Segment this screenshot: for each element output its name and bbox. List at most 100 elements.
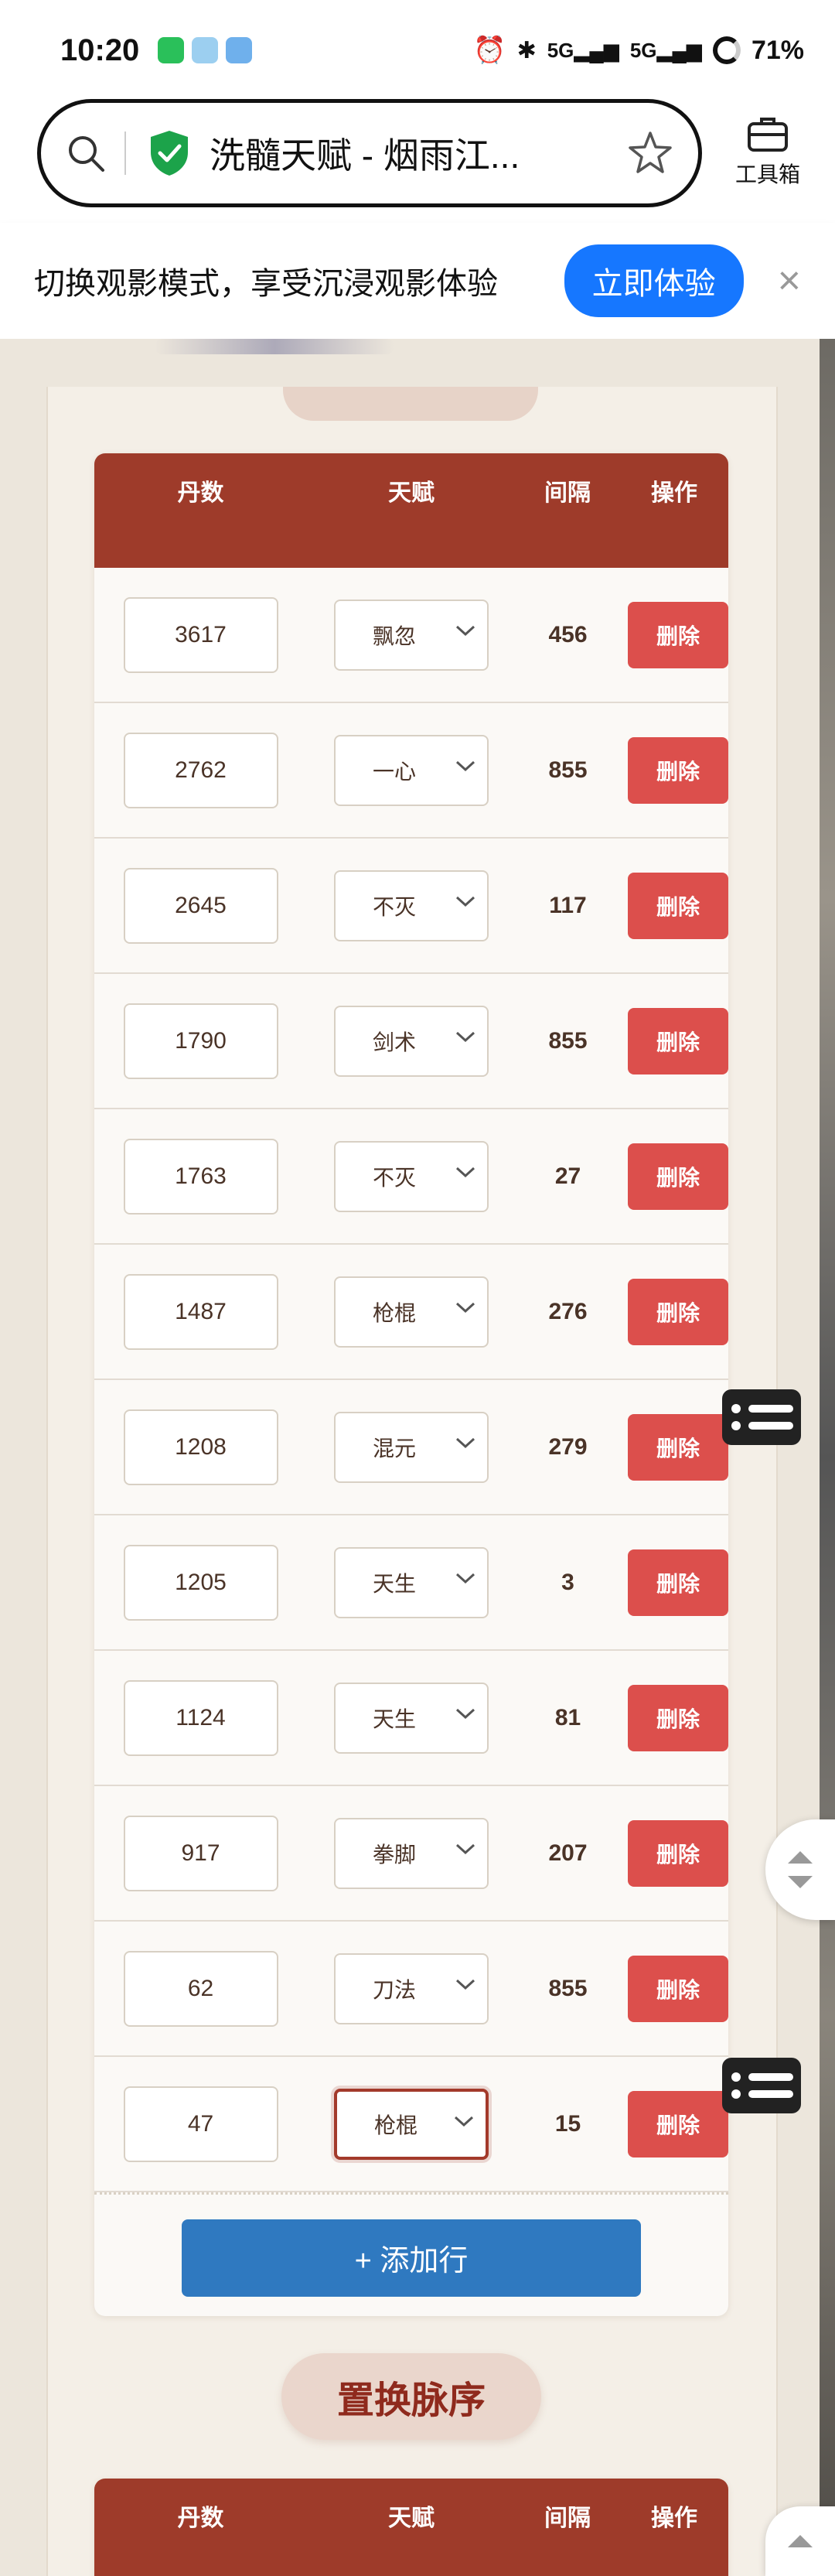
interval-value: 207 — [548, 1840, 588, 1866]
delete-button[interactable]: 删除 — [628, 1819, 728, 1887]
add-row-button[interactable]: + 添加行 — [182, 2219, 641, 2297]
close-icon[interactable]: × — [778, 258, 801, 304]
dan-input[interactable]: 1205 — [123, 1544, 278, 1621]
talent-select[interactable]: 剑术 — [334, 1005, 489, 1077]
header-interval: 间隔 — [544, 480, 591, 506]
delete-button[interactable]: 删除 — [628, 1955, 728, 2022]
page-title[interactable]: 洗髓天赋 - 烟雨江... — [210, 128, 625, 179]
chevron-down-icon — [455, 1437, 475, 1448]
dan-input[interactable]: 3617 — [123, 596, 278, 673]
talent-select-value: 不灭 — [373, 1165, 417, 1190]
dan-input[interactable]: 1487 — [123, 1273, 278, 1350]
header-decoration — [155, 339, 394, 354]
talent-select[interactable]: 不灭 — [334, 1140, 489, 1212]
chevron-down-icon — [455, 1031, 475, 1042]
signal-icon: 5G▂▄▆ — [547, 38, 619, 62]
table-row: 1124 天生 81 删除 — [94, 1651, 728, 1786]
scroll-down-icon[interactable] — [786, 1874, 814, 1890]
banner-text: 切换观影模式，享受沉浸观影体验 — [34, 267, 498, 301]
delete-button[interactable]: 删除 — [628, 1413, 728, 1481]
search-icon[interactable] — [64, 132, 107, 175]
dan-input[interactable]: 1208 — [123, 1409, 278, 1485]
dan-cell: 1763 — [94, 1109, 307, 1243]
talent-cell: 一心 — [307, 703, 516, 837]
dan-input[interactable]: 1763 — [123, 1138, 278, 1215]
delete-button[interactable]: 删除 — [628, 1007, 728, 1074]
swap-table: 丹数 天赋 间隔 操作 — [94, 2479, 728, 2576]
table-row: 62 刀法 855 删除 — [94, 1922, 728, 2057]
delete-button[interactable]: 删除 — [628, 1684, 728, 1751]
section-title-pill-top — [283, 387, 538, 421]
chevron-down-icon — [455, 1843, 475, 1854]
delete-button[interactable]: 删除 — [628, 601, 728, 668]
list-icon-2-line — [731, 2089, 801, 2099]
talent-cell: 不灭 — [307, 839, 516, 972]
interval-value: 15 — [554, 2110, 581, 2137]
talent-select[interactable]: 枪棍 — [334, 2088, 489, 2160]
dan-cell: 917 — [94, 1786, 307, 1920]
talent-cell: 剑术 — [307, 974, 516, 1108]
message-icon — [226, 37, 253, 63]
interval-cell: 855 — [516, 1922, 620, 2055]
star-icon[interactable] — [625, 128, 675, 178]
status-time: 10:20 — [60, 32, 140, 67]
address-bar[interactable]: 洗髓天赋 - 烟雨江... — [37, 99, 702, 207]
header-talent-2: 天赋 — [388, 2506, 435, 2531]
talent-select[interactable]: 天生 — [334, 1682, 489, 1754]
talent-select[interactable]: 枪棍 — [334, 1276, 489, 1348]
action-cell: 删除 — [620, 703, 728, 837]
interval-value: 27 — [554, 1163, 581, 1189]
table-row: 47 枪棍 15 删除 — [94, 2057, 728, 2192]
action-cell: 删除 — [620, 1515, 728, 1649]
delete-button[interactable]: 删除 — [628, 1143, 728, 1210]
interval-value: 3 — [561, 1569, 574, 1595]
table-row: 1487 枪棍 276 删除 — [94, 1245, 728, 1380]
dan-input[interactable]: 2645 — [123, 867, 278, 944]
chevron-down-icon — [455, 896, 475, 907]
dan-input[interactable]: 2762 — [123, 732, 278, 808]
scroll-up-icon-2[interactable] — [786, 2533, 814, 2549]
action-cell: 删除 — [620, 1786, 728, 1920]
talent-select[interactable]: 拳脚 — [334, 1817, 489, 1889]
interval-cell: 207 — [516, 1786, 620, 1920]
toc-float-button-2[interactable] — [722, 2058, 801, 2113]
interval-cell: 456 — [516, 568, 620, 702]
dan-input[interactable]: 47 — [123, 2086, 278, 2162]
header-dan-2: 丹数 — [177, 2506, 224, 2531]
talent-select[interactable]: 不灭 — [334, 869, 489, 941]
toolbox-button[interactable]: 工具箱 — [725, 114, 810, 189]
delete-button[interactable]: 删除 — [628, 872, 728, 939]
talent-select[interactable]: 刀法 — [334, 1952, 489, 2024]
talent-select[interactable]: 飘忽 — [334, 599, 489, 671]
dan-input[interactable]: 1124 — [123, 1679, 278, 1756]
talent-select[interactable]: 一心 — [334, 734, 489, 806]
dan-input[interactable]: 62 — [123, 1950, 278, 2027]
header-action: 操作 — [651, 480, 697, 506]
scroll-control-2[interactable] — [765, 2506, 835, 2576]
delete-button[interactable]: 删除 — [628, 1549, 728, 1616]
talent-cell: 拳脚 — [307, 1786, 516, 1920]
delete-button[interactable]: 删除 — [628, 1278, 728, 1345]
try-now-button[interactable]: 立即体验 — [564, 244, 744, 317]
dan-input[interactable]: 917 — [123, 1815, 278, 1891]
interval-value: 117 — [549, 892, 587, 918]
dan-cell: 62 — [94, 1922, 307, 2055]
action-cell: 删除 — [620, 974, 728, 1108]
security-shield-icon — [151, 131, 188, 176]
talent-select-value: 飘忽 — [373, 624, 417, 648]
delete-button[interactable]: 删除 — [628, 2090, 728, 2157]
talent-cell: 枪棍 — [307, 1245, 516, 1379]
delete-button[interactable]: 删除 — [628, 736, 728, 804]
table-row: 1763 不灭 27 删除 — [94, 1109, 728, 1245]
scroll-up-icon[interactable] — [786, 1850, 814, 1865]
talent-select[interactable]: 天生 — [334, 1546, 489, 1618]
battery-level: 71% — [751, 35, 804, 65]
section-title: 置换脉序 — [281, 2353, 541, 2440]
header-interval-2: 间隔 — [544, 2506, 591, 2531]
dan-input[interactable]: 1790 — [123, 1003, 278, 1079]
talent-table: 丹数 天赋 间隔 操作 3617 飘忽 456 删除 2762 一心 855 删除 2645 不灭… — [94, 453, 728, 2316]
interval-cell: 279 — [516, 1380, 620, 1514]
notification-icons — [158, 37, 253, 63]
talent-select[interactable]: 混元 — [334, 1411, 489, 1483]
toc-float-button[interactable] — [722, 1389, 801, 1445]
